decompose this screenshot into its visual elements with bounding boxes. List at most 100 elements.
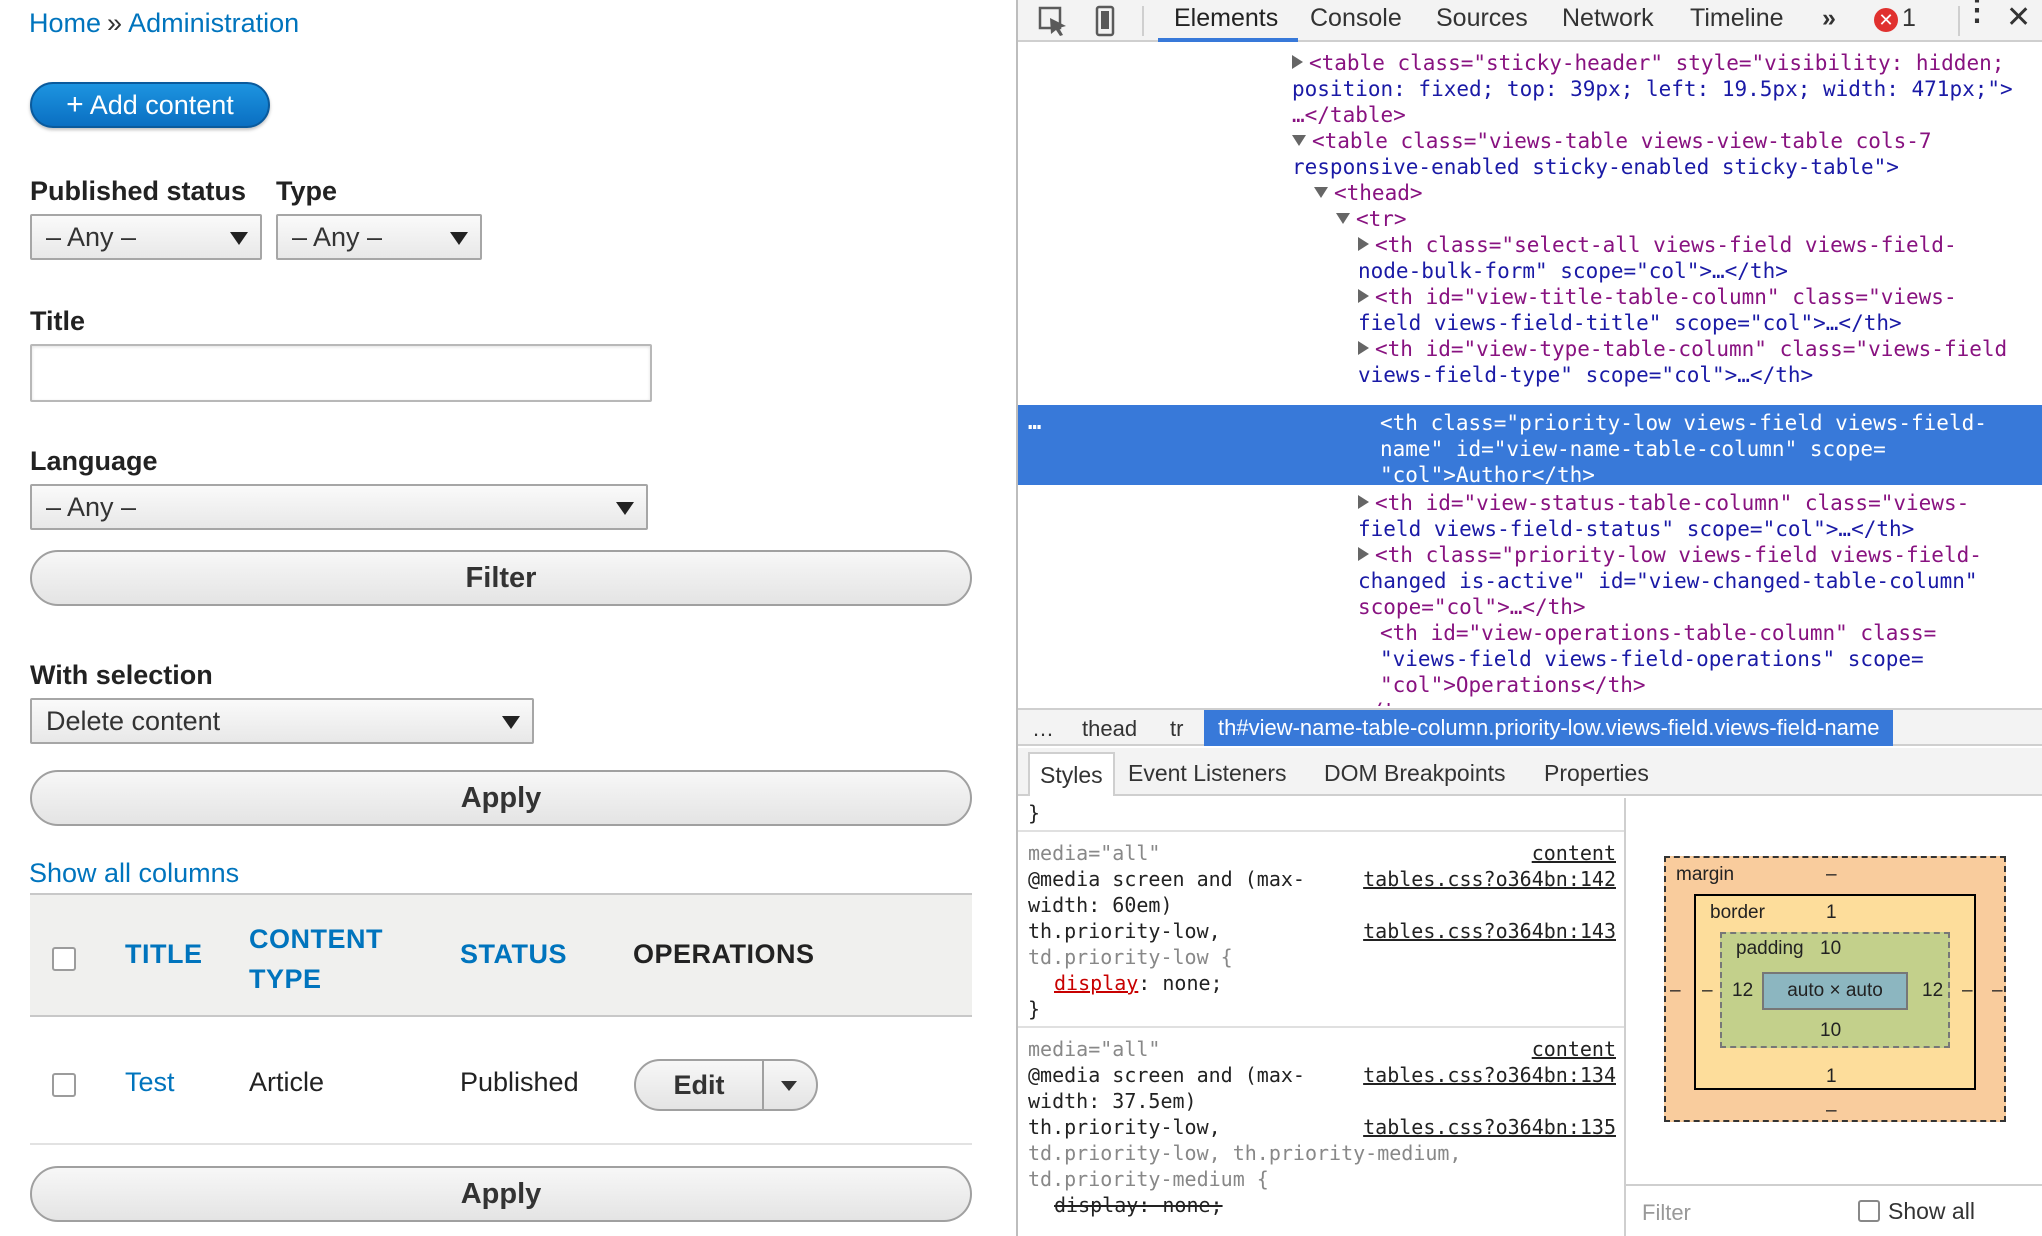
padding-top-value[interactable]: 10	[1820, 938, 1841, 960]
expand-arrow-icon[interactable]	[1358, 341, 1369, 355]
rule-selector[interactable]: td.priority-low, th.priority-medium,	[1028, 1140, 1461, 1166]
published-status-label: Published status	[30, 176, 247, 206]
show-all-checkbox[interactable]	[1858, 1200, 1880, 1222]
inspect-element-icon[interactable]	[1036, 4, 1070, 38]
crumb-more[interactable]: …	[1032, 716, 1054, 742]
border-right-value[interactable]: –	[1962, 980, 1973, 1002]
collapse-arrow-icon[interactable]	[1292, 135, 1306, 146]
kebab-menu-icon[interactable]: ⋮	[1962, 0, 1992, 26]
type-value: – Any –	[292, 221, 383, 252]
rule-source-link[interactable]: tables.css?o364bn:135	[1363, 1114, 1616, 1140]
style-declaration[interactable]: display: none;	[1054, 970, 1223, 996]
border-top-value[interactable]: 1	[1826, 902, 1837, 924]
padding-bottom-value[interactable]: 10	[1820, 1020, 1841, 1042]
crumb-selected[interactable]: th#view-name-table-column.priority-low.v…	[1204, 710, 1894, 746]
tab-elements[interactable]: Elements	[1174, 4, 1278, 33]
rule-source-link[interactable]: tables.css?o364bn:134	[1363, 1062, 1616, 1088]
border-left-value[interactable]: –	[1702, 980, 1713, 1002]
dom-node[interactable]: <th class="select-all views-field views-…	[1358, 232, 1957, 258]
computed-filter-bar: Filter Show all	[1626, 1184, 2042, 1236]
breadcrumb-home-link[interactable]: Home	[29, 8, 101, 38]
add-content-button[interactable]: + Add content	[30, 82, 270, 128]
border-bottom-value[interactable]: 1	[1826, 1066, 1837, 1088]
tab-console[interactable]: Console	[1310, 4, 1402, 33]
expand-arrow-icon[interactable]	[1358, 547, 1369, 561]
edit-button[interactable]: Edit	[636, 1061, 764, 1109]
dom-node[interactable]: <th class="priority-low views-field view…	[1358, 542, 1982, 568]
box-model-content: auto × auto	[1762, 972, 1908, 1010]
margin-right-value[interactable]: –	[1992, 980, 2003, 1002]
margin-top-value[interactable]: –	[1826, 864, 1837, 886]
crumb-tr[interactable]: tr	[1170, 716, 1183, 742]
tab-network[interactable]: Network	[1562, 4, 1654, 33]
rule-selector[interactable]: th.priority-low,	[1028, 918, 1221, 944]
rule-source-link[interactable]: tables.css?o364bn:143	[1363, 918, 1616, 944]
bulk-action-select[interactable]: Delete content	[30, 698, 534, 744]
margin-left-value[interactable]: –	[1670, 980, 1681, 1002]
style-value[interactable]: : none;	[1138, 971, 1222, 995]
dom-node[interactable]: <th id="view-title-table-column" class="…	[1358, 284, 1957, 310]
rule-selector[interactable]: td.priority-medium {	[1028, 1166, 1269, 1192]
dom-node[interactable]: <th id="view-status-table-column" class=…	[1358, 490, 1969, 516]
node-actions-icon[interactable]: …	[1028, 410, 1041, 436]
dom-node[interactable]: <th id="view-type-table-column" class="v…	[1358, 336, 2007, 362]
dom-node[interactable]: <table class="views-table views-view-tab…	[1292, 128, 1932, 154]
chevron-down-icon	[450, 232, 468, 245]
tab-sources[interactable]: Sources	[1436, 4, 1528, 33]
language-select[interactable]: – Any –	[30, 484, 648, 530]
rule-selector[interactable]: th.priority-low,	[1028, 1114, 1221, 1140]
row-checkbox[interactable]	[52, 1073, 76, 1097]
device-mode-icon[interactable]	[1088, 4, 1122, 38]
padding-right-value[interactable]: 12	[1922, 980, 1943, 1002]
type-select[interactable]: – Any –	[276, 214, 482, 260]
margin-bottom-value[interactable]: –	[1826, 1100, 1837, 1122]
row-title-link[interactable]: Test	[125, 1067, 175, 1098]
more-tabs-icon[interactable]: »	[1822, 4, 1836, 33]
dom-node-continuation: "col">Operations</th>	[1380, 673, 1646, 697]
style-property[interactable]: display	[1054, 971, 1138, 995]
tab-dom-breakpoints[interactable]: DOM Breakpoints	[1324, 760, 1506, 787]
collapse-arrow-icon[interactable]	[1314, 187, 1328, 198]
styles-pane: } media="all" content @media screen and …	[1018, 798, 1624, 1236]
overridden-declaration[interactable]: display: none;	[1054, 1192, 1223, 1218]
show-all-columns-link[interactable]: Show all columns	[29, 858, 239, 889]
dom-node-continuation: scope="col">…</th>	[1358, 595, 1586, 619]
rule-source-link[interactable]: tables.css?o364bn:142	[1363, 866, 1616, 892]
expand-arrow-icon[interactable]	[1358, 289, 1369, 303]
rule-source-link[interactable]: content	[1532, 1036, 1616, 1062]
expand-arrow-icon[interactable]	[1292, 55, 1303, 69]
column-header-title[interactable]: TITLE	[125, 939, 203, 970]
dom-node[interactable]: <thead>	[1314, 180, 1423, 206]
padding-left-value[interactable]: 12	[1732, 980, 1753, 1002]
breadcrumb-admin-link[interactable]: Administration	[128, 8, 299, 38]
expand-arrow-icon[interactable]	[1358, 495, 1369, 509]
expand-arrow-icon[interactable]	[1358, 237, 1369, 251]
rule-source-link[interactable]: content	[1532, 840, 1616, 866]
dom-node[interactable]: <th id="view-operations-table-column" cl…	[1380, 620, 1936, 646]
apply-button[interactable]: Apply	[30, 770, 972, 826]
select-all-checkbox[interactable]	[52, 947, 76, 971]
rule-selector[interactable]: td.priority-low {	[1028, 944, 1233, 970]
apply-bottom-button[interactable]: Apply	[30, 1166, 972, 1222]
error-icon[interactable]: ✕	[1874, 8, 1898, 32]
tab-timeline[interactable]: Timeline	[1690, 4, 1784, 33]
error-count: 1	[1902, 4, 1916, 32]
tab-properties[interactable]: Properties	[1544, 760, 1649, 787]
dropdown-toggle-icon[interactable]	[781, 1081, 797, 1091]
dom-node[interactable]: </tr>	[1358, 698, 1421, 706]
column-header-content-type[interactable]: CONTENT TYPE	[249, 919, 383, 999]
filter-button[interactable]: Filter	[30, 550, 972, 606]
crumb-thead[interactable]: thead	[1082, 716, 1137, 742]
border-label: border	[1710, 902, 1765, 923]
tab-event-listeners[interactable]: Event Listeners	[1128, 760, 1287, 787]
dom-node[interactable]: <table class="sticky-header" style="visi…	[1292, 50, 2004, 76]
column-header-status[interactable]: STATUS	[460, 939, 567, 970]
close-icon[interactable]: ✕	[2006, 0, 2031, 35]
filter-input[interactable]: Filter	[1642, 1200, 1691, 1226]
tab-styles[interactable]: Styles	[1028, 752, 1115, 796]
dom-node[interactable]: <tr>	[1336, 206, 1407, 232]
selected-node-text: name" id="view-name-table-column" scope=	[1380, 437, 1886, 461]
collapse-arrow-icon[interactable]	[1336, 213, 1350, 224]
title-input[interactable]	[30, 344, 652, 402]
published-status-select[interactable]: – Any –	[30, 214, 262, 260]
